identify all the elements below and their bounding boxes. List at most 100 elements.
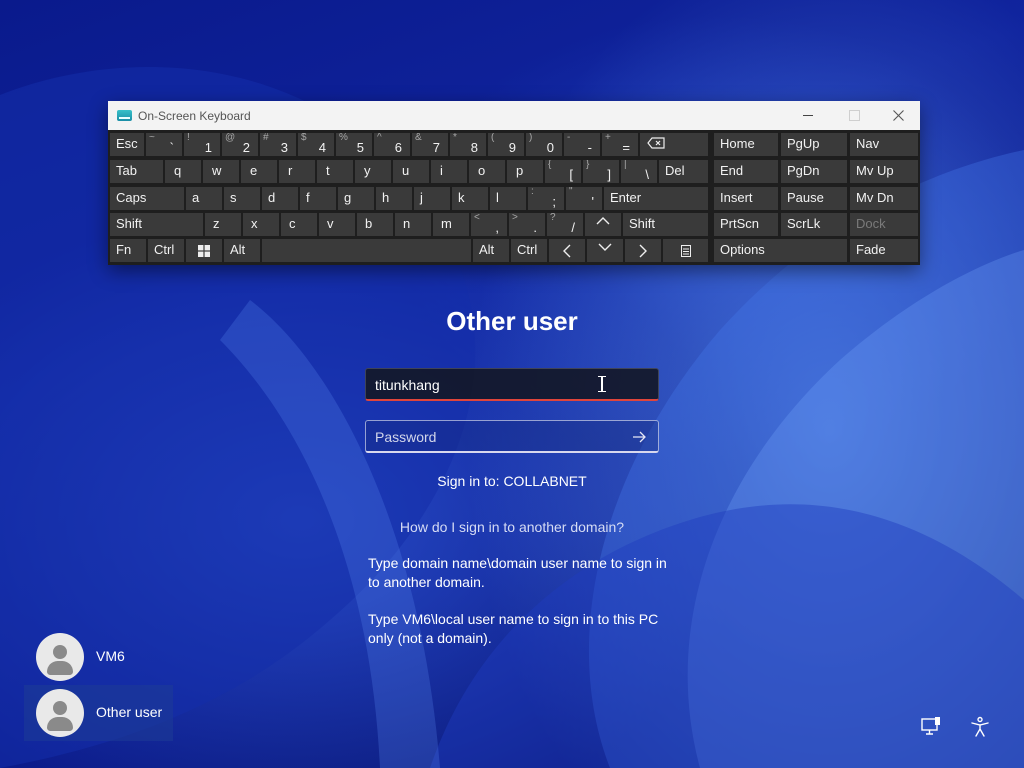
key-d[interactable]: d: [262, 187, 298, 210]
key-fn[interactable]: Fn: [110, 239, 146, 262]
username-field[interactable]: titunkhang: [365, 368, 659, 401]
key-mv-dn[interactable]: Mv Dn: [850, 187, 918, 210]
arrow-up-icon: [596, 216, 610, 224]
key-i[interactable]: i: [431, 160, 467, 183]
key-backslash[interactable]: | \: [621, 160, 657, 183]
submit-arrow-button[interactable]: [630, 428, 648, 446]
user-tile-other-user[interactable]: Other user: [24, 685, 173, 741]
key-options[interactable]: Options: [714, 239, 847, 262]
key-x[interactable]: x: [243, 213, 279, 236]
accessibility-button[interactable]: [969, 716, 991, 738]
key-shift-left[interactable]: Shift: [110, 213, 203, 236]
key-mv-up[interactable]: Mv Up: [850, 160, 918, 183]
network-button[interactable]: [920, 716, 942, 738]
key-pgup[interactable]: PgUp: [781, 133, 847, 156]
key-s[interactable]: s: [224, 187, 260, 210]
key-shift-right[interactable]: Shift: [623, 213, 708, 236]
key-prtscn[interactable]: PrtScn: [714, 213, 778, 236]
key-home[interactable]: Home: [714, 133, 778, 156]
key-h[interactable]: h: [376, 187, 412, 210]
avatar: [36, 689, 84, 737]
key-3[interactable]: #3: [260, 133, 296, 156]
key-space[interactable]: [262, 239, 471, 262]
key-t[interactable]: t: [317, 160, 353, 183]
key-w[interactable]: w: [203, 160, 239, 183]
menu-key-icon: [680, 244, 691, 257]
key-arrow-left[interactable]: [549, 239, 585, 262]
key-5[interactable]: % 5: [336, 133, 372, 156]
key-comma[interactable]: <,: [471, 213, 507, 236]
key-arrow-down[interactable]: [587, 239, 623, 262]
key-7[interactable]: & 7: [412, 133, 448, 156]
key-alt-left[interactable]: Alt: [224, 239, 260, 262]
key-6[interactable]: ^ 6: [374, 133, 410, 156]
key-4[interactable]: $4: [298, 133, 334, 156]
key-n[interactable]: n: [395, 213, 431, 236]
key-ctrl-left[interactable]: Ctrl: [148, 239, 184, 262]
close-button[interactable]: [875, 101, 921, 130]
key-enter[interactable]: Enter: [604, 187, 708, 210]
key-k[interactable]: k: [452, 187, 488, 210]
key-u[interactable]: u: [393, 160, 429, 183]
key-f[interactable]: f: [300, 187, 336, 210]
key-left-bracket[interactable]: {[: [545, 160, 581, 183]
key-period[interactable]: >.: [509, 213, 545, 236]
key-r[interactable]: r: [279, 160, 315, 183]
key-dock[interactable]: Dock: [850, 213, 918, 236]
help-text-local: Type VM6\local user name to sign in to t…: [368, 611, 659, 646]
key-8[interactable]: * 8: [450, 133, 486, 156]
key-0[interactable]: ) 0: [526, 133, 562, 156]
key-pgdn[interactable]: PgDn: [781, 160, 847, 183]
password-field[interactable]: Password: [365, 420, 659, 453]
key-j[interactable]: j: [414, 187, 450, 210]
key-esc[interactable]: Esc: [110, 133, 144, 156]
key-tab[interactable]: Tab: [110, 160, 163, 183]
key-m[interactable]: m: [433, 213, 469, 236]
key-scrlk[interactable]: ScrLk: [781, 213, 847, 236]
key-arrow-right[interactable]: [625, 239, 661, 262]
key-minus[interactable]: --: [564, 133, 600, 156]
user-name: Other user: [96, 704, 163, 720]
key-q[interactable]: q: [165, 160, 201, 183]
key-1[interactable]: ! 1: [184, 133, 220, 156]
key-nav[interactable]: Nav: [850, 133, 918, 156]
key-ctrl-right[interactable]: Ctrl: [511, 239, 547, 262]
title-bar[interactable]: On-Screen Keyboard: [108, 101, 920, 130]
key-fade[interactable]: Fade: [850, 239, 918, 262]
key-pause[interactable]: Pause: [781, 187, 847, 210]
backspace-icon: [647, 137, 665, 149]
key-o[interactable]: o: [469, 160, 505, 183]
key-menu[interactable]: [663, 239, 708, 262]
key-end[interactable]: End: [714, 160, 778, 183]
key-y[interactable]: y: [355, 160, 391, 183]
minimize-button[interactable]: [785, 101, 831, 130]
key-equal[interactable]: + =: [602, 133, 638, 156]
maximize-button[interactable]: [831, 101, 877, 130]
key-c[interactable]: c: [281, 213, 317, 236]
key-z[interactable]: z: [205, 213, 241, 236]
arrow-right-icon: [639, 244, 647, 257]
key-alt-right[interactable]: Alt: [473, 239, 509, 262]
key-2[interactable]: @2: [222, 133, 258, 156]
key-right-bracket[interactable]: }]: [583, 160, 619, 183]
key-e[interactable]: e: [241, 160, 277, 183]
key-v[interactable]: v: [319, 213, 355, 236]
key-g[interactable]: g: [338, 187, 374, 210]
key-semicolon[interactable]: :;: [528, 187, 564, 210]
key-windows[interactable]: [186, 239, 222, 262]
key-tilde[interactable]: ~ `: [146, 133, 182, 156]
key-slash[interactable]: ? /: [547, 213, 583, 236]
key-l[interactable]: l: [490, 187, 526, 210]
other-domain-help-link[interactable]: How do I sign in to another domain?: [0, 518, 1024, 537]
key-a[interactable]: a: [186, 187, 222, 210]
key-caps[interactable]: Caps: [110, 187, 184, 210]
key-backspace[interactable]: [640, 133, 708, 156]
key-b[interactable]: b: [357, 213, 393, 236]
key-p[interactable]: p: [507, 160, 543, 183]
key-del[interactable]: Del: [659, 160, 708, 183]
key-quote[interactable]: " ': [566, 187, 602, 210]
key-arrow-up[interactable]: [585, 213, 621, 236]
key-insert[interactable]: Insert: [714, 187, 778, 210]
key-9[interactable]: (9: [488, 133, 524, 156]
user-tile-vm6[interactable]: VM6: [24, 629, 173, 685]
